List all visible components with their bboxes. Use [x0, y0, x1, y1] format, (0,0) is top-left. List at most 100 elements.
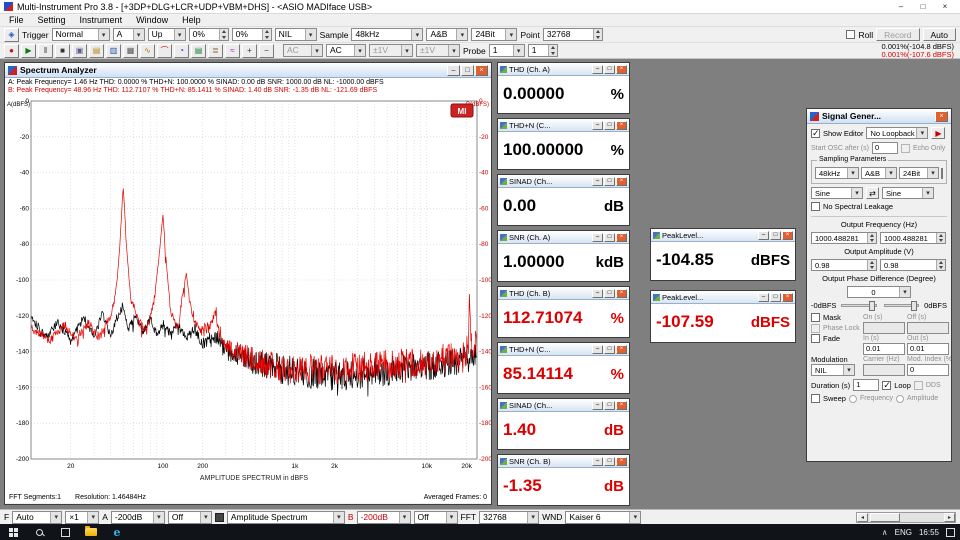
bit-depth-select[interactable]: 24Bit — [471, 28, 517, 41]
gen-rate-select[interactable]: 48kHz — [815, 167, 859, 179]
spinner-arrows-icon[interactable] — [262, 29, 271, 40]
browser-button[interactable] — [104, 524, 130, 540]
range-b-db-select[interactable]: -200dB — [357, 511, 411, 524]
loop-checkbox[interactable] — [882, 381, 891, 390]
meter-maximize-button[interactable]: □ — [770, 231, 781, 240]
meter-titlebar[interactable]: PeakLevel... – □ × — [651, 291, 795, 304]
waveform-a-select[interactable]: Sine — [811, 187, 863, 199]
amplitude-a-input[interactable]: 0.98 — [811, 259, 877, 271]
frequency-zoom-select[interactable]: ×1 — [65, 511, 99, 524]
meter-titlebar[interactable]: SINAD (Ch... – □ × — [498, 399, 629, 412]
open-file-icon[interactable]: ▤ — [89, 44, 104, 58]
close-button[interactable]: × — [934, 0, 956, 13]
meter-titlebar[interactable]: SINAD (Ch... – □ × — [498, 175, 629, 188]
fade-checkbox[interactable] — [811, 334, 820, 343]
scroll-left-icon[interactable]: ◂ — [857, 513, 868, 522]
meter-minimize-button[interactable]: – — [592, 457, 603, 466]
zoom-in-icon[interactable]: + — [242, 44, 257, 58]
trigger-delay-input[interactable]: 0% — [232, 28, 272, 41]
meter-close-button[interactable]: × — [616, 457, 627, 466]
meter-minimize-button[interactable]: – — [758, 293, 769, 302]
save-icon[interactable]: ▥ — [106, 44, 121, 58]
echo-only-checkbox[interactable] — [901, 144, 910, 153]
meter-titlebar[interactable]: SNR (Ch. A) – □ × — [498, 231, 629, 244]
view-mode-icon[interactable] — [215, 513, 224, 522]
loopback-select[interactable]: No Loopback — [866, 127, 928, 139]
range-a-db-select[interactable]: -200dB — [111, 511, 165, 524]
meter-minimize-button[interactable]: – — [592, 289, 603, 298]
signal-generator-icon[interactable]: ≈ — [225, 44, 240, 58]
channels-select[interactable]: A&B — [426, 28, 468, 41]
mask-off-input[interactable] — [907, 322, 949, 334]
probe-b-input[interactable]: 1 — [528, 44, 558, 57]
meter-minimize-button[interactable]: – — [758, 231, 769, 240]
record-button[interactable]: Record — [876, 28, 919, 41]
menu-item[interactable]: File — [2, 15, 31, 25]
slider-thumb[interactable] — [869, 301, 875, 311]
meter-close-button[interactable]: × — [616, 177, 627, 186]
dds-checkbox[interactable] — [914, 381, 923, 390]
sample-rate-select[interactable]: 48kHz — [351, 28, 423, 41]
meter-titlebar[interactable]: SNR (Ch. B) – □ × — [498, 455, 629, 468]
camera-icon[interactable]: ▣ — [72, 44, 87, 58]
meter-close-button[interactable]: × — [782, 293, 793, 302]
trigger-settings-icon[interactable]: ◈ — [4, 28, 19, 42]
meter-maximize-button[interactable]: □ — [770, 293, 781, 302]
meter-maximize-button[interactable]: □ — [604, 177, 615, 186]
spinner-arrows-icon[interactable] — [219, 29, 228, 40]
meter-maximize-button[interactable]: □ — [604, 457, 615, 466]
level-a-slider[interactable] — [841, 304, 876, 307]
show-editor-checkbox[interactable] — [811, 129, 820, 138]
scrollbar-thumb[interactable] — [870, 513, 900, 522]
taskbar-search-button[interactable] — [26, 524, 52, 540]
slider-thumb[interactable] — [911, 301, 917, 311]
gen-save-icon[interactable] — [941, 168, 943, 179]
meter-maximize-button[interactable]: □ — [604, 345, 615, 354]
swap-channels-icon[interactable] — [866, 187, 879, 199]
file-explorer-button[interactable] — [78, 524, 104, 540]
meter-titlebar[interactable]: THD+N (C... – □ × — [498, 343, 629, 356]
start-osc-input[interactable]: 0 — [872, 142, 898, 154]
record-icon[interactable]: ● — [4, 44, 19, 58]
trigger-source-select[interactable]: A — [113, 28, 145, 41]
meter-maximize-button[interactable]: □ — [604, 233, 615, 242]
meter-close-button[interactable]: × — [782, 231, 793, 240]
carrier-input[interactable] — [863, 364, 905, 376]
frequency-b-input[interactable]: 1000.488281 — [880, 232, 946, 244]
window-function-select[interactable]: Kaiser 6 — [565, 511, 641, 524]
frequency-radio[interactable] — [849, 395, 857, 403]
spectrum-plot[interactable]: 00-20-20-40-40-60-60-80-80-100-100-120-1… — [5, 95, 491, 491]
menu-item[interactable]: Window — [129, 15, 175, 25]
meter-minimize-button[interactable]: – — [592, 401, 603, 410]
meter-minimize-button[interactable]: – — [592, 233, 603, 242]
spinner-arrows-icon[interactable] — [548, 45, 557, 56]
coupling-a-select[interactable]: AC — [283, 44, 323, 57]
multimeter-icon[interactable]: ◔ — [174, 44, 189, 58]
meter-close-button[interactable]: × — [616, 401, 627, 410]
clock[interactable]: 16:55 — [919, 528, 939, 537]
oscilloscope-icon[interactable]: ∿ — [140, 44, 155, 58]
meter-close-button[interactable]: × — [616, 65, 627, 74]
fft-size-select[interactable]: 32768 — [479, 511, 539, 524]
meter-close-button[interactable]: × — [616, 233, 627, 242]
meter-titlebar[interactable]: THD (Ch. A) – □ × — [498, 63, 629, 76]
spectrum-close-button[interactable]: × — [475, 65, 488, 76]
meter-minimize-button[interactable]: – — [592, 177, 603, 186]
range-b-select[interactable]: ±1V — [416, 44, 460, 57]
level-b-slider[interactable] — [884, 304, 919, 307]
compensation-b-select[interactable]: Off — [414, 511, 458, 524]
trigger-edge-select[interactable]: Up — [148, 28, 186, 41]
generator-start-button[interactable] — [931, 127, 945, 139]
phase-lock-checkbox[interactable] — [811, 324, 820, 333]
minimize-button[interactable]: – — [890, 0, 912, 13]
spinner-arrows-icon[interactable] — [593, 29, 602, 40]
amplitude-b-input[interactable]: 0.98 — [880, 259, 946, 271]
mod-index-input[interactable]: 0 — [907, 364, 949, 376]
print-icon[interactable]: ▦ — [123, 44, 138, 58]
duration-input[interactable]: 1 — [853, 379, 879, 391]
task-view-button[interactable] — [52, 524, 78, 540]
fade-in-input[interactable]: 0.01 — [863, 343, 905, 355]
tray-expand-icon[interactable] — [882, 528, 888, 537]
range-a-select[interactable]: ±1V — [369, 44, 413, 57]
meter-titlebar[interactable]: PeakLevel... – □ × — [651, 229, 795, 242]
